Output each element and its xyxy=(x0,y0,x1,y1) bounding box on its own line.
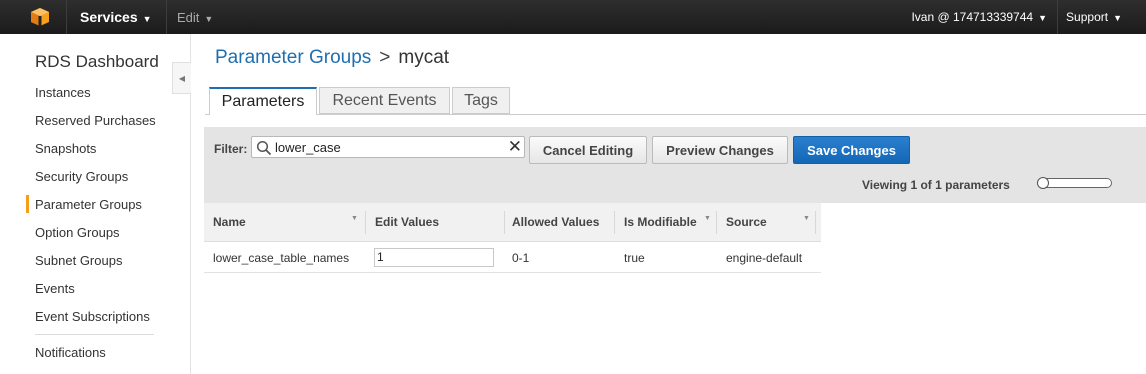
collapse-sidebar-button[interactable]: ◀ xyxy=(172,62,191,94)
sidebar-item-events[interactable]: Events xyxy=(35,281,75,296)
cell-parameter-name: lower_case_table_names xyxy=(213,251,350,265)
services-menu[interactable]: Services ▼ xyxy=(80,9,152,25)
topbar-divider xyxy=(1057,0,1058,34)
chevron-down-icon: ▼ xyxy=(1113,13,1122,23)
search-icon xyxy=(256,140,272,161)
sidebar-item-instances[interactable]: Instances xyxy=(35,85,91,100)
sidebar-item-subnet-groups[interactable]: Subnet Groups xyxy=(35,253,122,268)
aws-cube-logo-icon[interactable] xyxy=(30,7,50,27)
viewing-count: Viewing 1 of 1 parameters xyxy=(862,178,1010,192)
account-label: Ivan @ 174713339744 xyxy=(911,10,1034,24)
filter-input[interactable]: lower_case ✕ xyxy=(251,136,525,158)
column-header-is-modifiable[interactable]: Is Modifiable xyxy=(624,215,697,229)
sidebar-item-event-subscriptions[interactable]: Event Subscriptions xyxy=(35,309,150,324)
chevron-down-icon: ▼ xyxy=(1038,13,1047,23)
sort-icon[interactable]: ▼ xyxy=(803,215,810,222)
breadcrumb-current: mycat xyxy=(398,47,450,68)
sidebar-item-parameter-groups[interactable]: Parameter Groups xyxy=(35,197,142,212)
sidebar: RDS Dashboard Instances Reserved Purchas… xyxy=(0,34,191,374)
cell-allowed-values: 0-1 xyxy=(512,251,530,265)
column-header-source[interactable]: Source xyxy=(726,215,767,229)
account-menu[interactable]: Ivan @ 174713339744 ▼ xyxy=(911,10,1047,24)
column-separator xyxy=(815,211,816,234)
chevron-left-icon: ◀ xyxy=(178,73,186,83)
cell-source: engine-default xyxy=(726,251,803,265)
filter-value: lower_case xyxy=(275,140,341,155)
sidebar-item-security-groups[interactable]: Security Groups xyxy=(35,169,128,184)
breadcrumb-parent-link[interactable]: Parameter Groups xyxy=(215,47,371,68)
clear-filter-icon[interactable]: ✕ xyxy=(508,137,522,157)
breadcrumb-separator: > xyxy=(379,47,391,68)
active-item-indicator xyxy=(26,195,29,213)
sort-icon[interactable]: ▼ xyxy=(704,215,711,222)
chevron-down-icon: ▼ xyxy=(204,14,214,24)
column-header-allowed-values[interactable]: Allowed Values xyxy=(512,215,599,229)
edit-menu[interactable]: Edit ▼ xyxy=(177,10,213,25)
sidebar-item-option-groups[interactable]: Option Groups xyxy=(35,225,120,240)
support-label: Support xyxy=(1066,10,1109,24)
tab-recent-events[interactable]: Recent Events xyxy=(319,87,450,114)
tab-parameters[interactable]: Parameters xyxy=(209,87,317,115)
tab-tags[interactable]: Tags xyxy=(452,87,510,114)
slider-knob[interactable] xyxy=(1037,177,1049,189)
column-separator xyxy=(716,211,717,234)
column-header-edit-values[interactable]: Edit Values xyxy=(375,215,439,229)
filter-label: Filter: xyxy=(214,142,248,156)
column-width-slider[interactable] xyxy=(1037,177,1112,189)
cancel-editing-button[interactable]: Cancel Editing xyxy=(529,136,647,164)
column-separator xyxy=(504,211,505,234)
cell-is-modifiable: true xyxy=(624,251,645,265)
services-label: Services xyxy=(80,9,138,25)
save-changes-button[interactable]: Save Changes xyxy=(793,136,910,164)
table-row-divider xyxy=(204,272,821,273)
topbar-divider xyxy=(66,0,67,34)
sidebar-item-notifications[interactable]: Notifications xyxy=(35,345,106,360)
column-header-name[interactable]: Name xyxy=(213,215,246,229)
sidebar-title[interactable]: RDS Dashboard xyxy=(35,52,159,72)
support-menu[interactable]: Support ▼ xyxy=(1066,10,1122,24)
preview-changes-button[interactable]: Preview Changes xyxy=(652,136,788,164)
sidebar-item-reserved-purchases[interactable]: Reserved Purchases xyxy=(35,113,156,128)
sidebar-divider xyxy=(35,334,154,335)
chevron-down-icon: ▼ xyxy=(142,14,152,24)
column-separator xyxy=(365,211,366,234)
sidebar-item-snapshots[interactable]: Snapshots xyxy=(35,141,96,156)
tab-bar-baseline xyxy=(205,114,1146,115)
column-separator xyxy=(614,211,615,234)
edit-label: Edit xyxy=(177,10,200,25)
edit-value-input[interactable]: 1 xyxy=(374,248,494,267)
sort-icon[interactable]: ▼ xyxy=(351,215,358,222)
topbar-divider xyxy=(166,0,167,34)
top-navigation-bar: Services ▼ Edit ▼ Ivan @ 174713339744 ▼ Sup… xyxy=(0,0,1146,34)
breadcrumb: Parameter Groups > mycat xyxy=(215,47,449,69)
